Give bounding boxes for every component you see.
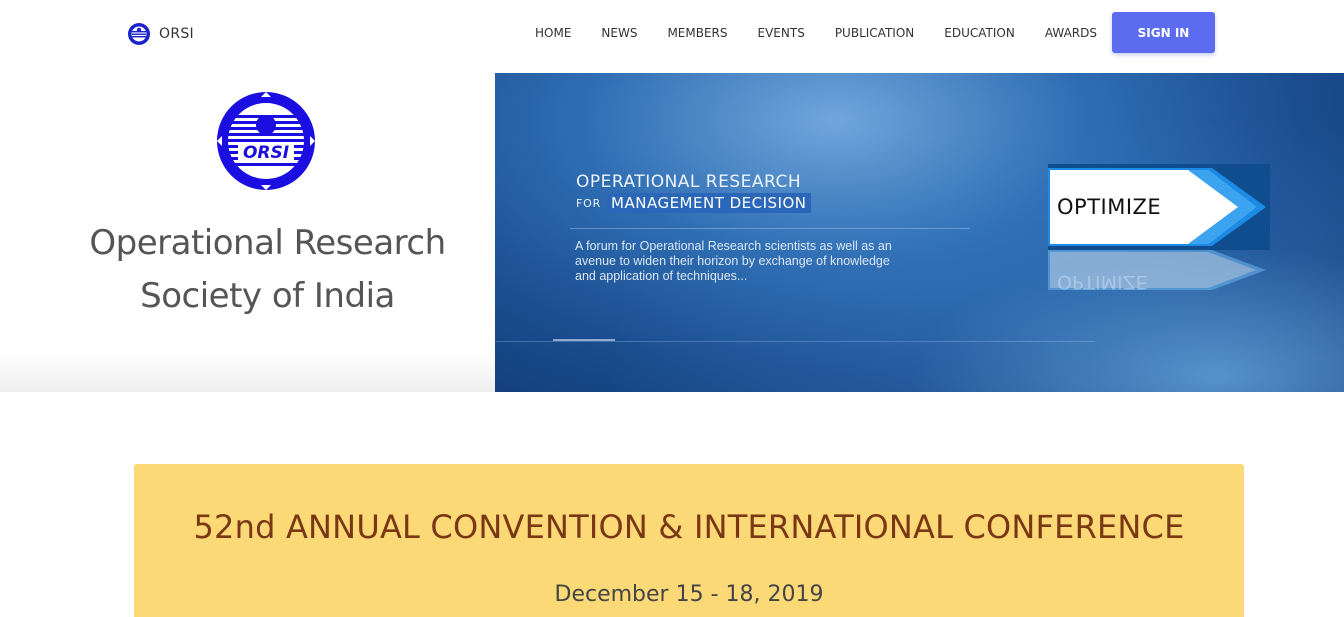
nav-publication[interactable]: PUBLICATION (820, 24, 929, 42)
brand-name: ORSI (159, 26, 194, 42)
banner-sub-decision: MANAGEMENT DECISION (607, 193, 811, 213)
banner-description: A forum for Operational Research scienti… (575, 239, 892, 283)
hero-left-panel: ORSI Operational Research Society of Ind… (0, 73, 495, 392)
nav-events[interactable]: EVENTS (743, 24, 820, 42)
org-title-line2: Society of India (140, 276, 395, 316)
conference-card: 52nd ANNUAL CONVENTION & INTERNATIONAL C… (134, 464, 1244, 617)
brand-link[interactable]: ORSI (127, 22, 194, 46)
conference-title: 52nd ANNUAL CONVENTION & INTERNATIONAL C… (193, 508, 1185, 546)
banner-bottom-mark (553, 339, 615, 341)
top-navbar: ORSI HOME NEWS MEMBERS EVENTS PUBLICATIO… (0, 0, 1344, 73)
main-nav: HOME NEWS MEMBERS EVENTS PUBLICATION EDU… (520, 24, 1112, 42)
nav-education[interactable]: EDUCATION (929, 24, 1030, 42)
nav-awards[interactable]: AWARDS (1030, 24, 1112, 42)
optimize-label: OPTIMIZE (1057, 195, 1162, 219)
conference-date: December 15 - 18, 2019 (554, 582, 824, 607)
banner-bottom-line (495, 341, 1095, 342)
nav-news[interactable]: NEWS (586, 24, 652, 42)
organization-title: Operational Research Society of India (40, 217, 495, 323)
orsi-logo-icon (128, 23, 150, 45)
nav-members[interactable]: MEMBERS (652, 24, 742, 42)
optimize-reflection-label: OPTIMIZE (1057, 271, 1148, 293)
hero-banner: OPERATIONAL RESEARCH FOR MANAGEMENT DECI… (495, 73, 1344, 392)
nav-home[interactable]: HOME (520, 24, 586, 42)
orsi-emblem-logo: ORSI (217, 92, 315, 190)
banner-title: OPERATIONAL RESEARCH (576, 172, 802, 192)
sign-in-button[interactable]: SIGN IN (1112, 12, 1215, 53)
banner-sub-for: FOR (576, 196, 602, 210)
org-title-line1: Operational Research (89, 223, 446, 263)
banner-subtitle: FOR MANAGEMENT DECISION (576, 193, 811, 213)
banner-divider (570, 228, 970, 229)
emblem-text: ORSI (243, 143, 289, 163)
